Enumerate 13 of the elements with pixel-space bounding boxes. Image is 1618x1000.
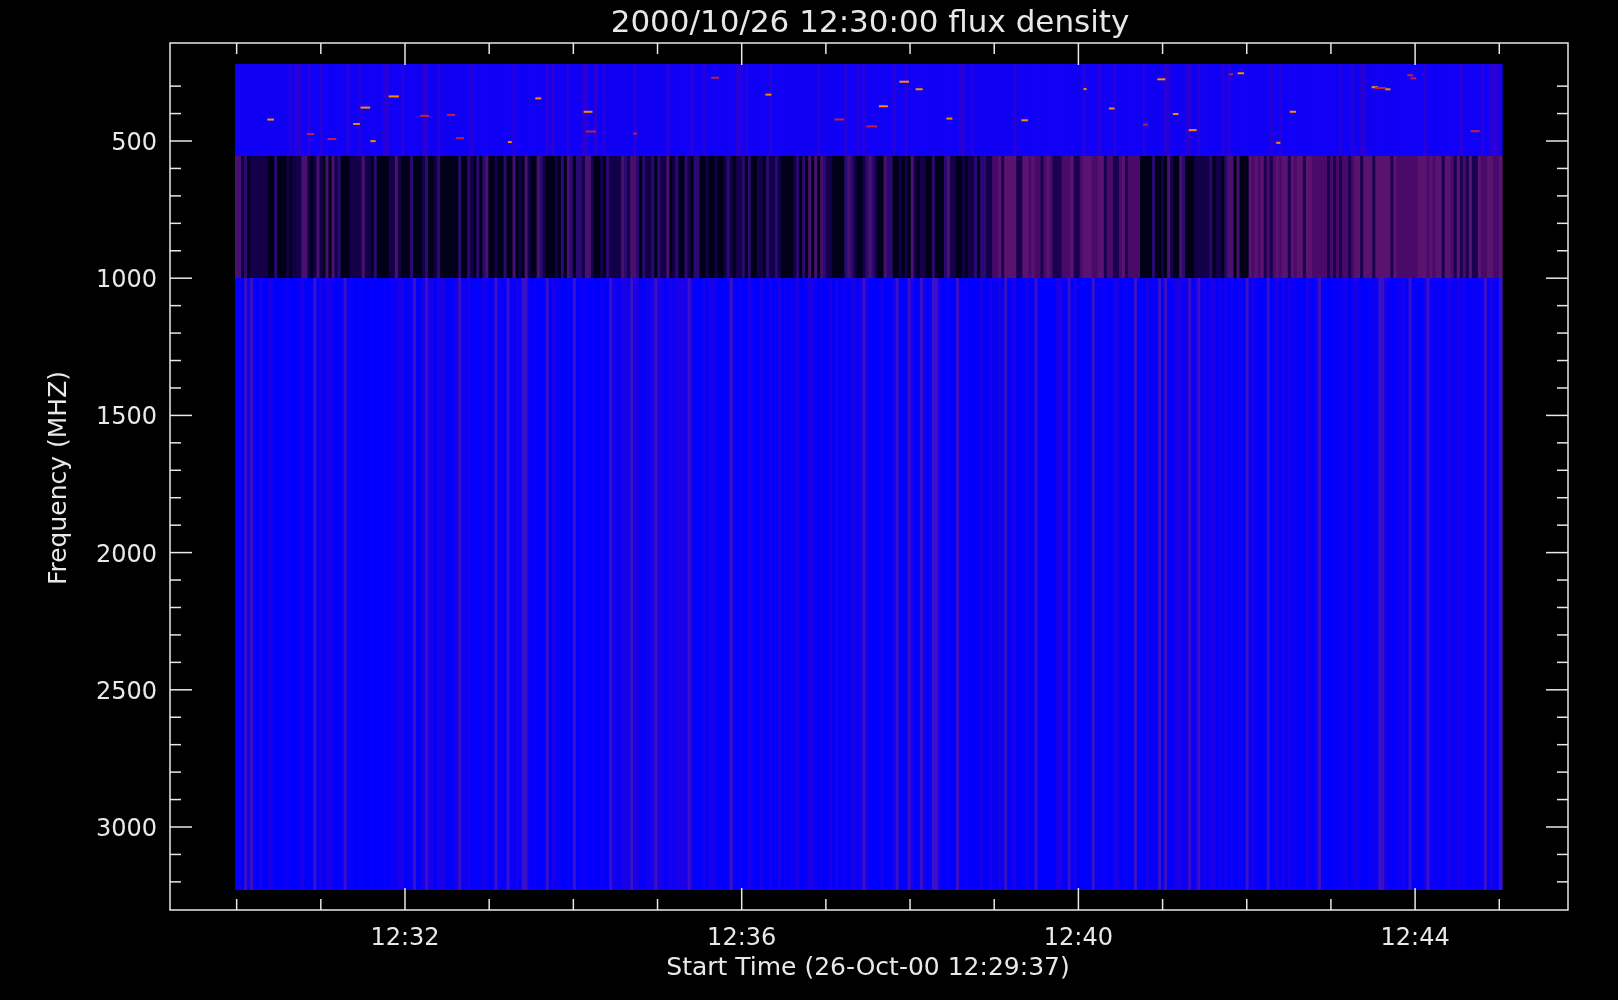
y-tick-label: 500 bbox=[111, 128, 157, 156]
y-tick-label: 1000 bbox=[95, 265, 157, 294]
y-tick-label: 3000 bbox=[95, 814, 157, 842]
plot-title: 2000/10/26 12:30:00 flux density bbox=[610, 3, 1130, 39]
x-tick-label: 12:40 bbox=[1043, 923, 1113, 951]
x-tick-label: 12:36 bbox=[707, 923, 777, 951]
y-tick-label: 1500 bbox=[95, 402, 157, 431]
y-tick-label: 2500 bbox=[95, 676, 157, 705]
x-tick-label: 12:32 bbox=[370, 923, 440, 951]
y-axis-label: Frequency (MHZ) bbox=[43, 370, 72, 586]
x-axis-label: Start Time (26-Oct-00 12:29:37) bbox=[666, 952, 1070, 981]
y-tick-label: 2000 bbox=[95, 539, 157, 568]
x-tick-label: 12:44 bbox=[1380, 923, 1450, 951]
